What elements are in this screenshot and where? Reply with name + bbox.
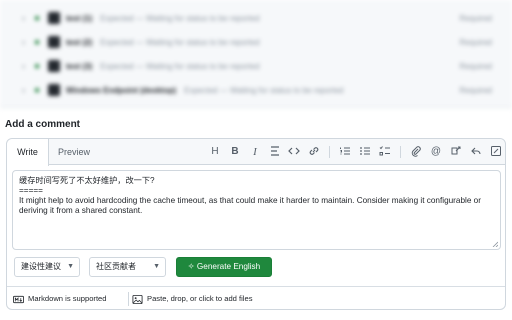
fullscreen-icon[interactable]	[488, 144, 504, 160]
check-row[interactable]: › ● test (3) Expected — Waiting for stat…	[22, 58, 492, 74]
add-comment-heading: Add a comment	[5, 119, 81, 130]
task-list-icon[interactable]	[377, 144, 393, 160]
markdown-label: Markdown is supported	[28, 294, 107, 303]
check-status: Required	[459, 13, 492, 23]
chevron-down-icon: ▼	[67, 263, 74, 270]
paperclip-icon[interactable]	[408, 144, 424, 160]
check-description: Expected — Waiting for status to be repo…	[184, 85, 344, 95]
status-checks-list: › ● test (1) Expected — Waiting for stat…	[0, 0, 512, 108]
comment-footer: Markdown is supported Paste, drop, or cl…	[7, 286, 505, 310]
markdown-supported-link[interactable]: Markdown is supported	[13, 293, 107, 305]
avatar	[48, 60, 60, 72]
add-files-link[interactable]: Paste, drop, or click to add files	[132, 293, 253, 305]
ordered-list-icon[interactable]	[337, 144, 353, 160]
check-description: Expected — Waiting for status to be repo…	[100, 37, 260, 47]
footer-divider	[128, 292, 129, 306]
check-row[interactable]: › ● test (2) Expected — Waiting for stat…	[22, 34, 492, 50]
check-name: test (2)	[66, 37, 93, 47]
comment-tabbar: Write Preview H B I @	[7, 139, 505, 166]
check-row[interactable]: › ● Windows Endpoint (desktop) Expected …	[22, 82, 492, 98]
at-icon[interactable]: @	[428, 144, 444, 160]
check-status: Required	[459, 85, 492, 95]
comment-line-chinese: 缓存时间写死了不太好维护，改一下?	[19, 176, 155, 185]
chevron-down-icon: ▼	[153, 263, 160, 270]
generate-actions: 建设性建议 ▼ 社区贡献者 ▼ ✧ Generate English	[14, 257, 504, 279]
check-name: test (1)	[66, 13, 93, 23]
quote-icon[interactable]	[267, 144, 283, 160]
heading-button[interactable]: H	[207, 144, 223, 160]
avatar	[48, 12, 60, 24]
chevron-right-icon: ›	[22, 37, 25, 47]
check-icon: ●	[34, 84, 41, 96]
toolbar-divider	[400, 146, 401, 158]
chevron-right-icon: ›	[22, 85, 25, 95]
comment-line-separator: =====	[19, 186, 43, 195]
check-description: Expected — Waiting for status to be repo…	[100, 61, 260, 71]
image-icon	[132, 294, 143, 304]
tab-write[interactable]: Write	[7, 139, 49, 166]
add-files-label: Paste, drop, or click to add files	[147, 294, 253, 303]
tab-preview[interactable]: Preview	[55, 139, 93, 165]
toolbar-divider	[329, 146, 330, 158]
generate-english-button[interactable]: ✧ Generate English	[176, 257, 272, 277]
reply-icon[interactable]	[468, 144, 484, 160]
resize-handle-icon[interactable]	[492, 241, 498, 247]
italic-button[interactable]: I	[247, 144, 263, 160]
comment-box: Write Preview H B I @ 缓存时间写死了不太好维护，改一下? …	[6, 138, 506, 310]
suggestion-type-select[interactable]: 建设性建议 ▼	[14, 257, 80, 277]
check-name: Windows Endpoint (desktop)	[66, 85, 177, 95]
check-row[interactable]: › ● test (1) Expected — Waiting for stat…	[22, 10, 492, 26]
role-select[interactable]: 社区贡献者 ▼	[89, 257, 166, 277]
suggestion-type-value: 建设性建议	[21, 262, 61, 271]
link-icon[interactable]	[306, 144, 322, 160]
avatar	[48, 36, 60, 48]
chevron-right-icon: ›	[22, 61, 25, 71]
check-icon: ●	[34, 60, 41, 72]
check-name: test (3)	[66, 61, 93, 71]
check-icon: ●	[34, 36, 41, 48]
avatar	[48, 84, 60, 96]
check-icon: ●	[34, 12, 41, 24]
markdown-icon	[13, 295, 24, 303]
comment-line-english: It might help to avoid hardcoding the ca…	[19, 196, 484, 215]
comment-textarea[interactable]: 缓存时间写死了不太好维护，改一下? ===== It might help to…	[12, 170, 501, 250]
cross-reference-icon[interactable]	[448, 144, 464, 160]
role-value: 社区贡献者	[96, 262, 136, 271]
check-description: Expected — Waiting for status to be repo…	[100, 13, 260, 23]
code-icon[interactable]	[286, 144, 302, 160]
unordered-list-icon[interactable]	[357, 144, 373, 160]
chevron-right-icon: ›	[22, 13, 25, 23]
check-status: Required	[459, 37, 492, 47]
check-status: Required	[459, 61, 492, 71]
bold-button[interactable]: B	[227, 144, 243, 160]
